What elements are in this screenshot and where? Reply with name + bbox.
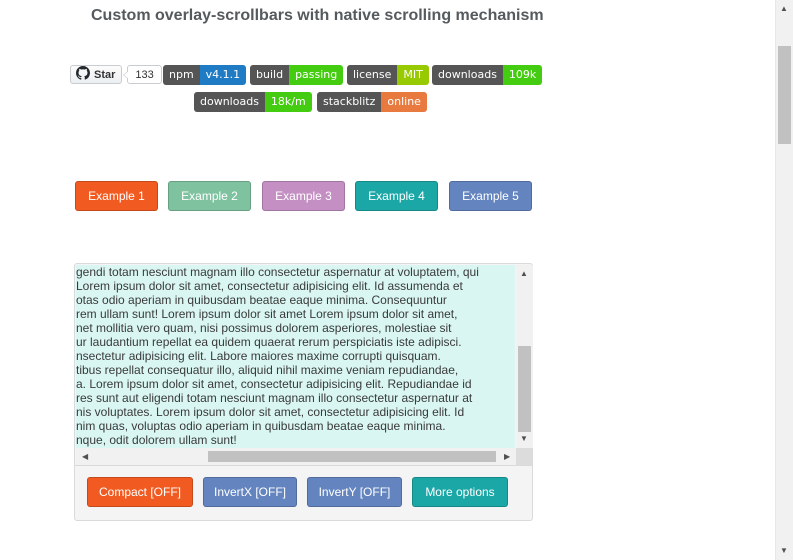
- page-title: Custom overlay-scrollbars with native sc…: [91, 7, 544, 24]
- text-line: nsectetur adipisicing elit. Labore maior…: [76, 349, 441, 363]
- badge-value: MIT: [397, 65, 429, 85]
- badge-value: v4.1.1: [199, 65, 247, 85]
- badge-npm[interactable]: npm v4.1.1: [163, 65, 247, 85]
- github-star-widget: Star 133: [70, 65, 162, 84]
- page-scroll-thumb[interactable]: [778, 46, 791, 144]
- example-3-button[interactable]: Example 3: [262, 181, 345, 211]
- github-star-label: Star: [94, 68, 116, 81]
- arrow-right-icon[interactable]: ▶: [504, 452, 510, 462]
- badge-label: downloads: [194, 92, 265, 112]
- arrow-down-icon[interactable]: ▼: [780, 546, 788, 556]
- text-line: nis voluptates. Lorem ipsum dolor sit am…: [76, 405, 465, 419]
- text-line: nim quas, voluptas odio aperiam in quibu…: [76, 419, 446, 433]
- arrow-up-icon[interactable]: ▲: [780, 4, 788, 14]
- github-star-button[interactable]: Star: [70, 65, 123, 84]
- compact-toggle-button[interactable]: Compact [OFF]: [87, 477, 193, 507]
- badge-downloads-total[interactable]: downloads 109k: [432, 65, 543, 85]
- badge-label: build: [250, 65, 290, 85]
- text-line: tibus repellat consequatur illo, aliquid…: [76, 363, 459, 377]
- badge-label: npm: [163, 65, 200, 85]
- invert-y-toggle-button[interactable]: InvertY [OFF]: [307, 477, 402, 507]
- badge-stackblitz[interactable]: stackblitz online: [317, 92, 427, 112]
- badge-value: online: [381, 92, 427, 112]
- badge-label: license: [347, 65, 398, 85]
- example-5-button[interactable]: Example 5: [449, 181, 532, 211]
- arrow-up-icon[interactable]: ▲: [520, 269, 528, 279]
- scroll-text: gendi totam nesciunt magnam illo consect…: [76, 265, 479, 447]
- vertical-scroll-thumb[interactable]: [518, 346, 531, 432]
- invert-x-toggle-button[interactable]: InvertX [OFF]: [203, 477, 297, 507]
- badge-label: stackblitz: [317, 92, 382, 112]
- arrow-down-icon[interactable]: ▼: [520, 434, 528, 444]
- text-line: Lorem ipsum dolor sit amet, consectetur …: [76, 279, 463, 293]
- badge-downloads-monthly[interactable]: downloads 18k/m: [194, 92, 312, 112]
- example-2-button[interactable]: Example 2: [168, 181, 251, 211]
- text-line: a. Lorem ipsum dolor sit amet, consectet…: [76, 377, 472, 391]
- horizontal-scroll-thumb[interactable]: [208, 451, 496, 462]
- badge-value: 18k/m: [264, 92, 312, 112]
- badge-label: downloads: [432, 65, 503, 85]
- text-line: nque, odit dolorem ullam sunt!: [76, 433, 237, 447]
- horizontal-scrollbar[interactable]: ◀ ▶: [76, 448, 516, 465]
- badge-build[interactable]: build passing: [250, 65, 344, 85]
- github-star-count[interactable]: 133: [123, 65, 162, 84]
- text-line: ur laudantium repellat ea quidem quaerat…: [76, 335, 462, 349]
- badge-value: passing: [289, 65, 344, 85]
- page-scrollbar[interactable]: ▲ ▼: [775, 0, 793, 560]
- arrow-left-icon[interactable]: ◀: [82, 452, 88, 462]
- page: Custom overlay-scrollbars with native sc…: [0, 0, 793, 560]
- text-line: rem ullam sunt! Lorem ipsum dolor sit am…: [76, 307, 458, 321]
- scrollbar-corner: [516, 448, 533, 465]
- example-1-button[interactable]: Example 1: [75, 181, 158, 211]
- divider: [75, 465, 532, 466]
- vertical-scrollbar[interactable]: ▲ ▼: [516, 265, 533, 448]
- scroll-content[interactable]: gendi totam nesciunt magnam illo consect…: [76, 265, 515, 448]
- example-4-button[interactable]: Example 4: [355, 181, 438, 211]
- github-icon: [76, 66, 90, 83]
- badge-license[interactable]: license MIT: [347, 65, 429, 85]
- text-line: otas odio aperiam in quibusdam beatae ea…: [76, 293, 447, 307]
- text-line: net mollitia vero quam, nisi possimus do…: [76, 321, 452, 335]
- text-line: gendi totam nesciunt magnam illo consect…: [76, 265, 479, 279]
- more-options-button[interactable]: More options: [412, 477, 508, 507]
- badge-value: 109k: [502, 65, 543, 85]
- text-line: res sunt aut eligendi totam nesciunt mag…: [76, 391, 473, 405]
